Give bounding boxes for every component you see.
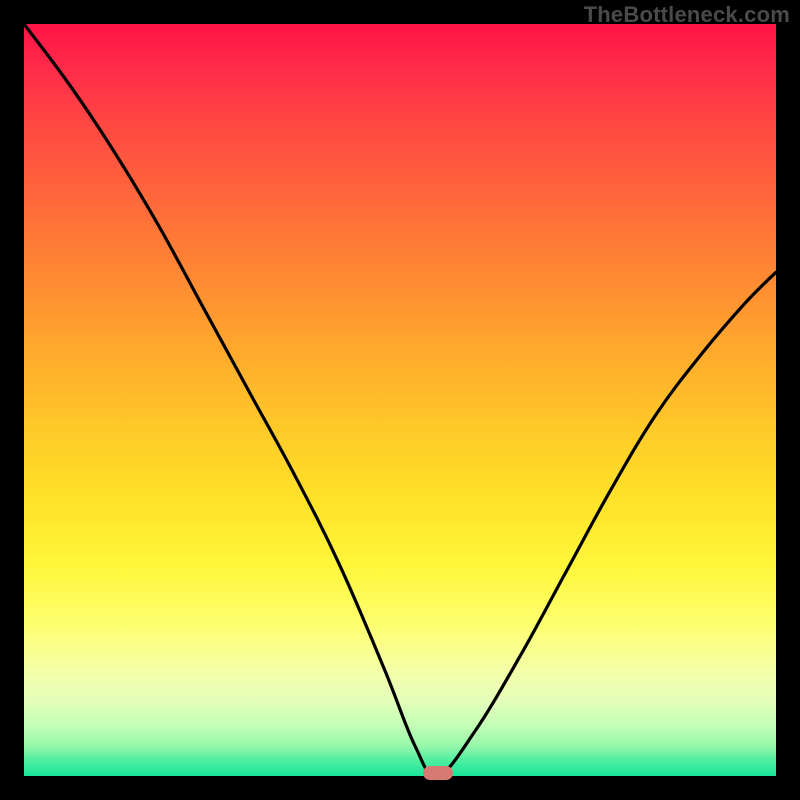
curve-path [24,24,776,776]
watermark-text: TheBottleneck.com [584,2,790,28]
plot-area [24,24,776,776]
bottleneck-curve [24,24,776,776]
optimal-marker [423,766,453,780]
chart-frame: TheBottleneck.com [0,0,800,800]
